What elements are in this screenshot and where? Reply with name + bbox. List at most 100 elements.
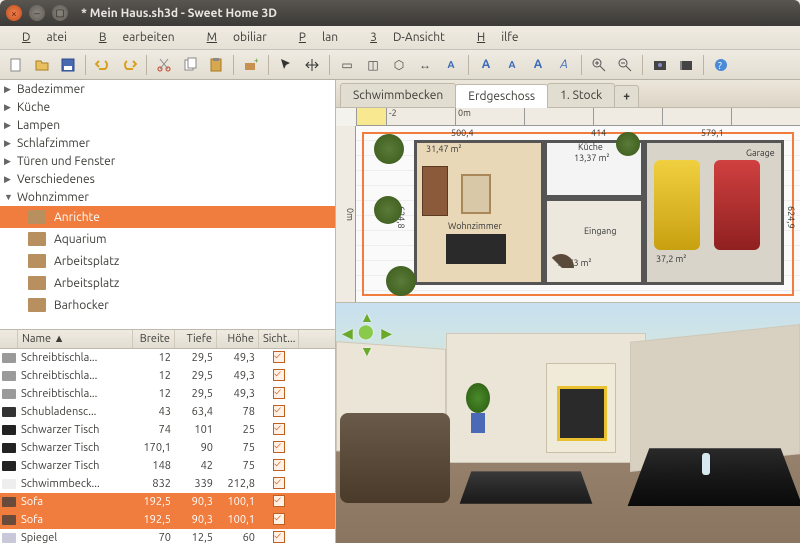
catalog-category[interactable]: ▶Küche [0, 98, 335, 116]
furniture-mini-icon [2, 425, 16, 435]
catalog-item[interactable]: Anrichte [0, 206, 335, 228]
col-height[interactable]: Höhe [217, 330, 259, 348]
undo-icon[interactable] [91, 53, 115, 77]
view-3d[interactable]: ▲ ▼ ◀ ▶ ⬤ [336, 303, 800, 543]
save-icon[interactable] [56, 53, 80, 77]
table-row[interactable]: Schwarzer Tisch 1484275 [0, 457, 335, 475]
room-icon[interactable]: ◫ [361, 53, 385, 77]
col-visible[interactable]: Sicht... [259, 330, 299, 348]
plan-2d-view[interactable]: -20m 0m 500,4 414 579,1 624,8 624,9 31,4… [336, 108, 800, 303]
col-name[interactable]: Name ▲ [18, 330, 133, 348]
table-row[interactable]: Spiegel 7012,560 [0, 529, 335, 543]
minimize-icon[interactable]: – [29, 5, 45, 21]
table-plan[interactable] [446, 234, 506, 264]
visible-checkbox[interactable] [273, 405, 285, 417]
add-furniture-icon[interactable]: + [239, 53, 263, 77]
wall-icon[interactable]: ▭ [335, 53, 359, 77]
table-row[interactable]: Schwimmbeck... 832339212,8 [0, 475, 335, 493]
italic-icon[interactable]: A [552, 53, 576, 77]
add-level-button[interactable]: + [614, 85, 639, 107]
furniture-thumb-icon [28, 232, 46, 246]
visible-checkbox[interactable] [273, 495, 285, 507]
nav-widget[interactable]: ▲ ▼ ◀ ▶ ⬤ [344, 311, 390, 357]
visible-checkbox[interactable] [273, 423, 285, 435]
maximize-icon[interactable]: ▢ [52, 5, 68, 21]
visible-checkbox[interactable] [273, 441, 285, 453]
visible-checkbox[interactable] [273, 369, 285, 381]
zoom-in-icon[interactable] [587, 53, 611, 77]
level-tab[interactable]: 1. Stock [547, 83, 615, 107]
catalog-category[interactable]: ▶Badezimmer [0, 80, 335, 98]
visible-checkbox[interactable] [273, 477, 285, 489]
col-width[interactable]: Breite [133, 330, 175, 348]
furniture-mini-icon [2, 353, 16, 363]
open-icon[interactable] [30, 53, 54, 77]
plant-icon[interactable] [374, 134, 404, 164]
table-row[interactable]: Schreibtischla... 1229,549,3 [0, 385, 335, 403]
visible-checkbox[interactable] [273, 459, 285, 471]
visible-checkbox[interactable] [273, 387, 285, 399]
menu-plan[interactable]: Plan [283, 29, 354, 46]
coffee-table-3d[interactable] [460, 471, 593, 503]
table-row[interactable]: Schreibtischla... 1229,549,3 [0, 349, 335, 367]
visible-checkbox[interactable] [273, 351, 285, 363]
catalog-category[interactable]: ▶Schlafzimmer [0, 134, 335, 152]
polyline-icon[interactable]: ⬡ [387, 53, 411, 77]
dimension-icon[interactable]: ↔ [413, 53, 437, 77]
table-row[interactable]: Schwarzer Tisch 170,19075 [0, 439, 335, 457]
catalog-category[interactable]: ▶Verschiedenes [0, 170, 335, 188]
cut-icon[interactable] [152, 53, 176, 77]
redo-icon[interactable] [117, 53, 141, 77]
close-icon[interactable]: × [6, 5, 22, 21]
menu-3dview[interactable]: 3D-Ansicht [354, 29, 461, 46]
menu-edit[interactable]: Bearbeiten [83, 29, 191, 46]
furniture-catalog[interactable]: ▶Badezimmer▶Küche▶Lampen▶Schlafzimmer▶Tü… [0, 80, 335, 330]
catalog-category[interactable]: ▶Lampen [0, 116, 335, 134]
level-tab[interactable]: Schwimmbecken [340, 83, 456, 107]
zoom-out-icon[interactable] [613, 53, 637, 77]
copy-icon[interactable] [178, 53, 202, 77]
visible-checkbox[interactable] [273, 513, 285, 525]
sofa-3d[interactable] [340, 413, 450, 503]
plant-icon[interactable] [386, 266, 416, 296]
catalog-category[interactable]: ▼Wohnzimmer [0, 188, 335, 206]
table-row[interactable]: Schwarzer Tisch 7410125 [0, 421, 335, 439]
plant-icon[interactable] [374, 196, 402, 224]
menu-help[interactable]: Hilfe [461, 29, 535, 46]
table-row[interactable]: Schreibtischla... 1229,549,3 [0, 367, 335, 385]
table-row[interactable]: Sofa 192,590,3100,1 [0, 511, 335, 529]
car-yellow[interactable] [654, 160, 700, 250]
visible-checkbox[interactable] [273, 531, 285, 543]
new-icon[interactable] [4, 53, 28, 77]
menu-file[interactable]: Datei [6, 29, 83, 46]
plant-3d[interactable] [466, 383, 490, 433]
catalog-item[interactable]: Barhocker [0, 294, 335, 316]
furniture-table[interactable]: Name ▲ Breite Tiefe Höhe Sicht... Schrei… [0, 330, 335, 543]
car-red[interactable] [714, 160, 760, 250]
paste-icon[interactable] [204, 53, 228, 77]
help-icon[interactable]: ? [709, 53, 733, 77]
table-row[interactable]: Sofa 192,590,3100,1 [0, 493, 335, 511]
catalog-item[interactable]: Aquarium [0, 228, 335, 250]
col-depth[interactable]: Tiefe [175, 330, 217, 348]
catalog-item[interactable]: Arbeitsplatz [0, 250, 335, 272]
bottle-3d[interactable] [702, 453, 710, 475]
menu-furniture[interactable]: Mobiliar [191, 29, 283, 46]
table-header[interactable]: Name ▲ Breite Tiefe Höhe Sicht... [0, 330, 335, 349]
catalog-item[interactable]: Arbeitsplatz [0, 272, 335, 294]
select-icon[interactable] [274, 53, 298, 77]
rug-plan[interactable] [461, 174, 491, 214]
video-icon[interactable] [674, 53, 698, 77]
plant-icon[interactable] [616, 132, 640, 156]
photo-icon[interactable] [648, 53, 672, 77]
catalog-category[interactable]: ▶Türen und Fenster [0, 152, 335, 170]
level-tab[interactable]: Erdgeschoss [455, 84, 548, 108]
text-small-icon[interactable]: A [439, 53, 463, 77]
sofa-plan[interactable] [422, 166, 448, 216]
text-size-down-icon[interactable]: A [500, 53, 524, 77]
text-size-up-icon[interactable]: A [474, 53, 498, 77]
svg-text:+: + [254, 57, 259, 65]
bold-icon[interactable]: A [526, 53, 550, 77]
table-row[interactable]: Schubladensc... 4363,478 [0, 403, 335, 421]
pan-icon[interactable] [300, 53, 324, 77]
